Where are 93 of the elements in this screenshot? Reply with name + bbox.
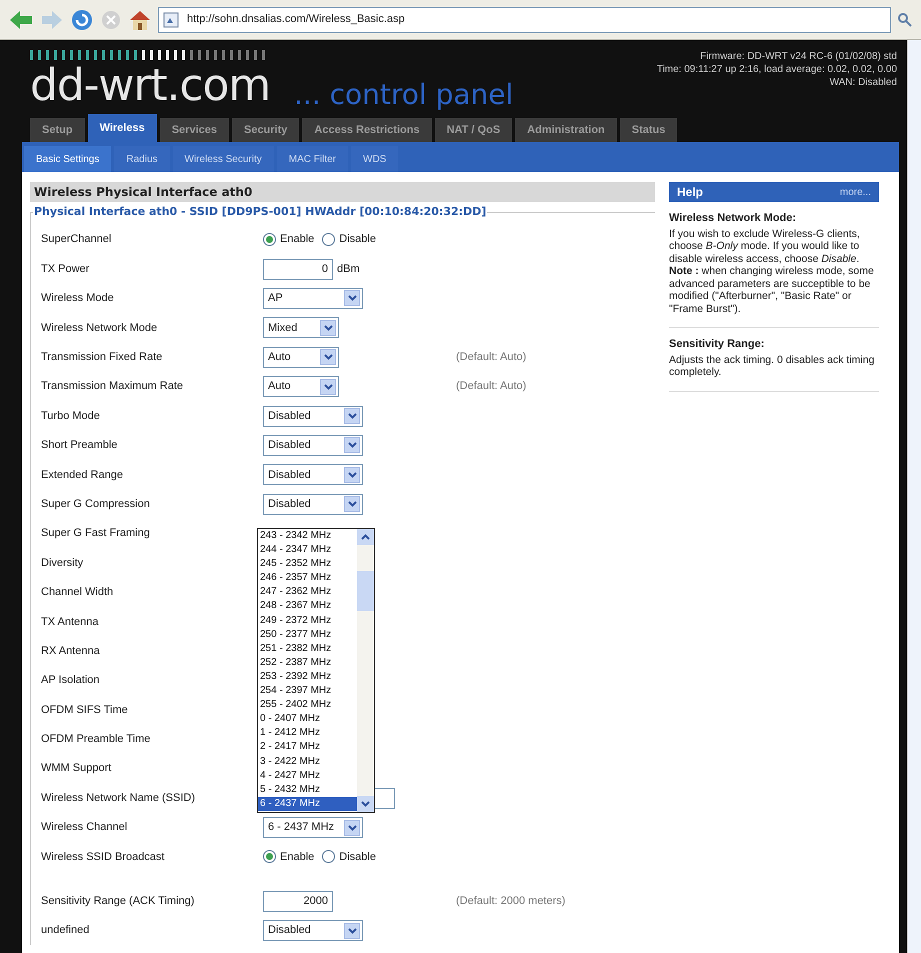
radio-label: Disable [339, 850, 376, 865]
field-label: AP Isolation [41, 674, 100, 686]
dropdown-option[interactable]: 249 - 2372 MHz [258, 614, 357, 628]
radio-label: Enable [280, 232, 314, 248]
nav-tab[interactable]: Administration [515, 118, 617, 142]
section-header: Wireless Physical Interface ath0 [30, 182, 655, 202]
dropdown-option[interactable]: 0 - 2407 MHz [258, 712, 357, 726]
subtab[interactable]: Radius [114, 146, 170, 172]
select-field[interactable]: Disabled [263, 464, 363, 486]
dropdown-option[interactable]: 252 - 2387 MHz [258, 656, 357, 670]
field-label: TX Power [41, 262, 90, 275]
select-field[interactable]: Disabled [263, 406, 363, 427]
dropdown-option[interactable]: 253 - 2392 MHz [258, 670, 357, 684]
dropdown-option[interactable]: 6 - 2437 MHz [258, 796, 357, 811]
dropdown-option[interactable]: 243 - 2342 MHz [258, 529, 357, 544]
field-label: Channel Width [41, 586, 114, 598]
field-label: Diversity [41, 556, 84, 569]
field-label: Sensitivity Range (ACK Timing) [41, 895, 194, 908]
dropdown-option[interactable]: 4 - 2427 MHz [258, 768, 357, 783]
subtitle-text: ... control panel [294, 80, 514, 110]
nav-tab[interactable]: Services [160, 118, 229, 142]
radio-label: Disable [339, 232, 376, 248]
nav-tab[interactable]: Security [232, 118, 300, 142]
select-field[interactable]: Disabled [263, 920, 363, 942]
dropdown-option[interactable]: 247 - 2362 MHz [258, 585, 357, 600]
fieldset-legend: Physical Interface ath0 - SSID [DD9PS-001] HWAddr [00:10:84:20:32:DD] [33, 205, 488, 219]
field-label: Wireless Network Mode [41, 322, 158, 334]
dropdown-option[interactable]: 251 - 2382 MHz [258, 642, 357, 656]
default-note: (Default: Auto) [456, 350, 526, 365]
help-text: Adjusts the ack timing. 0 disables ack timing completely. [669, 354, 876, 378]
nav-tab[interactable]: Setup [30, 118, 85, 142]
select-field[interactable]: AP [263, 288, 363, 309]
help-text: If you wish to exclude Wireless-G clients, choose B-Only mode. If you would like to disable wireless access, choose Disable. [669, 228, 861, 265]
radio-label: Enable [280, 850, 314, 865]
subtab[interactable]: WDS [351, 146, 398, 172]
field-label: Turbo Mode [41, 410, 100, 422]
select-field[interactable]: Auto [263, 376, 339, 398]
dropdown-option[interactable]: 3 - 2422 MHz [258, 754, 357, 769]
dropdown-option[interactable]: 5 - 2432 MHz [258, 782, 357, 797]
help-title: Help [677, 184, 704, 201]
field-label: Wireless Network Name (SSID) [41, 792, 196, 804]
status-text: WAN: Disabled [830, 76, 897, 89]
subtab[interactable]: MAC Filter [276, 146, 348, 172]
field-label: RX Antenna [41, 644, 100, 657]
field-label: OFDM Preamble Time [41, 733, 150, 746]
help-topic-title: Wireless Network Mode: [669, 212, 798, 224]
field-label: Super G Fast Framing [41, 527, 150, 540]
help-topic-title: Sensitivity Range: [669, 338, 766, 350]
select-field[interactable]: Disabled [263, 434, 363, 456]
field-label: Short Preamble [41, 439, 118, 452]
nav-tab[interactable]: Status [620, 118, 678, 142]
dropdown-option[interactable]: 2 - 2417 MHz [258, 740, 357, 754]
url-text: http://sohn.dnsalias.com/Wireless_Basic.asp [187, 12, 405, 28]
field-label: Extended Range [41, 468, 123, 481]
dropdown-option[interactable]: 255 - 2402 MHz [258, 698, 357, 712]
logo-text: dd-wrt.com [30, 62, 270, 110]
field-label: Wireless Channel [41, 821, 128, 834]
field-label: Transmission Fixed Rate [41, 351, 162, 363]
select-field[interactable]: Disabled [263, 494, 363, 515]
field-label: Super G Compression [41, 498, 150, 510]
default-note: (Default: Auto) [456, 379, 526, 394]
dropdown-option[interactable]: 245 - 2352 MHz [258, 557, 357, 572]
text-field[interactable]: 2000 [263, 890, 333, 912]
address-field[interactable]: http://sohn.dnsalias.com/Wireless_Basic.asp [158, 6, 891, 32]
help-text: Note : when changing wireless mode, some advanced parameters are succeptible to be modified ("Afterburner", "Basic Rate" or "Frame Burst"). [669, 265, 875, 315]
dropdown-option[interactable]: 246 - 2357 MHz [258, 571, 357, 586]
field-label: SuperChannel [41, 233, 112, 246]
subtab[interactable]: Basic Settings [24, 146, 112, 172]
dropdown-option[interactable]: 254 - 2397 MHz [258, 684, 357, 698]
unit-label: dBm [337, 262, 360, 277]
status-text: Firmware: DD-WRT v24 RC-6 (01/02/08) std [700, 50, 897, 63]
dropdown-option[interactable]: 250 - 2377 MHz [258, 628, 357, 642]
text-field[interactable]: 0 [263, 258, 333, 280]
field-label: Wireless Mode [41, 292, 114, 304]
field-label: OFDM SIFS Time [41, 704, 128, 716]
field-label: undefined [41, 924, 90, 936]
more-link[interactable]: more... [840, 184, 871, 200]
nav-tab[interactable]: Wireless [88, 114, 157, 142]
field-label: WMM Support [41, 762, 112, 774]
status-text: Time: 09:11:27 up 2:16, load average: 0.02, 0.02, 0.00 [656, 63, 897, 76]
dropdown-option[interactable]: 244 - 2347 MHz [258, 543, 357, 558]
default-note: (Default: 2000 meters) [456, 894, 566, 910]
nav-tab[interactable]: Access Restrictions [302, 118, 432, 142]
select-field[interactable]: Mixed [263, 317, 339, 338]
nav-tab[interactable]: NAT / QoS [434, 118, 512, 142]
field-label: Wireless SSID Broadcast [41, 850, 164, 863]
dropdown-option[interactable]: 1 - 2412 MHz [258, 726, 357, 740]
select-field[interactable]: 6 - 2437 MHz [263, 817, 363, 838]
dropdown-option[interactable]: 248 - 2367 MHz [258, 599, 357, 614]
field-label: Transmission Maximum Rate [41, 380, 184, 392]
subtab[interactable]: Wireless Security [172, 146, 274, 172]
field-label: TX Antenna [41, 616, 98, 628]
select-field[interactable]: Auto [263, 346, 339, 368]
